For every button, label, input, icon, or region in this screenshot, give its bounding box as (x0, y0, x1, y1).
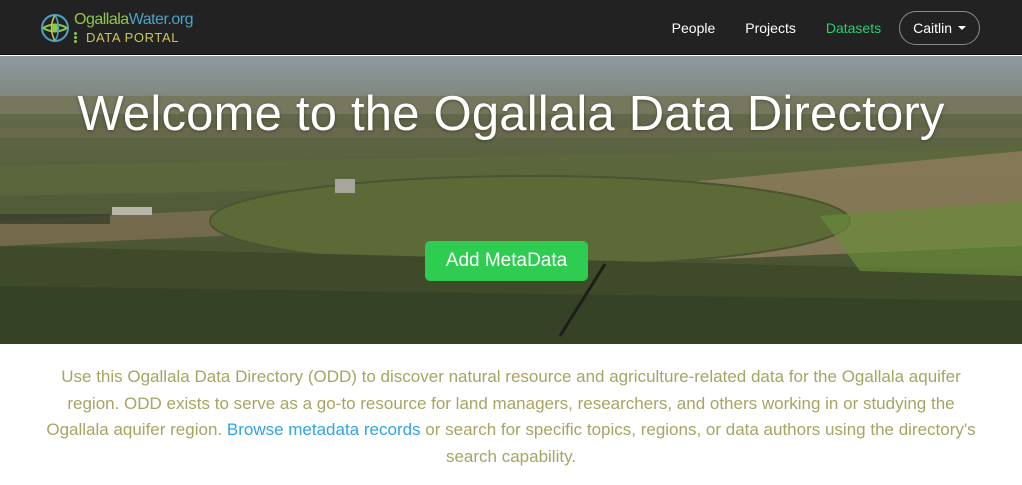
intro-text-after: or search for specific topics, regions, … (420, 420, 976, 466)
hero-title: Welcome to the Ogallala Data Directory (77, 87, 945, 141)
top-navbar: OgallalaWater.org DATA PORTAL People Pro… (0, 0, 1022, 55)
hero-banner: Welcome to the Ogallala Data Directory A… (0, 56, 1022, 344)
nav-link-projects[interactable]: Projects (745, 20, 796, 36)
brand-name-part2: Water.org (128, 11, 194, 28)
nav-links: People Projects Datasets Caitlin (642, 0, 980, 55)
caret-down-icon (958, 25, 966, 30)
brand-logo[interactable]: OgallalaWater.org DATA PORTAL (40, 8, 200, 48)
brand-name-part1: Ogallala (74, 11, 129, 28)
brand-name: OgallalaWater.org (74, 12, 193, 28)
intro-paragraph: Use this Ogallala Data Directory (ODD) t… (40, 364, 982, 470)
brand-subtitle-row: DATA PORTAL (74, 31, 193, 44)
add-metadata-button[interactable]: Add MetaData (425, 241, 588, 281)
user-name: Caitlin (913, 19, 952, 36)
nav-link-people[interactable]: People (672, 20, 716, 36)
globe-logo-icon (41, 14, 69, 42)
nav-link-datasets[interactable]: Datasets (826, 20, 881, 36)
browse-metadata-link[interactable]: Browse metadata records (227, 420, 421, 439)
brand-dots-icon (74, 31, 78, 44)
user-menu-button[interactable]: Caitlin (899, 10, 980, 45)
brand-subtitle: DATA PORTAL (86, 30, 180, 45)
